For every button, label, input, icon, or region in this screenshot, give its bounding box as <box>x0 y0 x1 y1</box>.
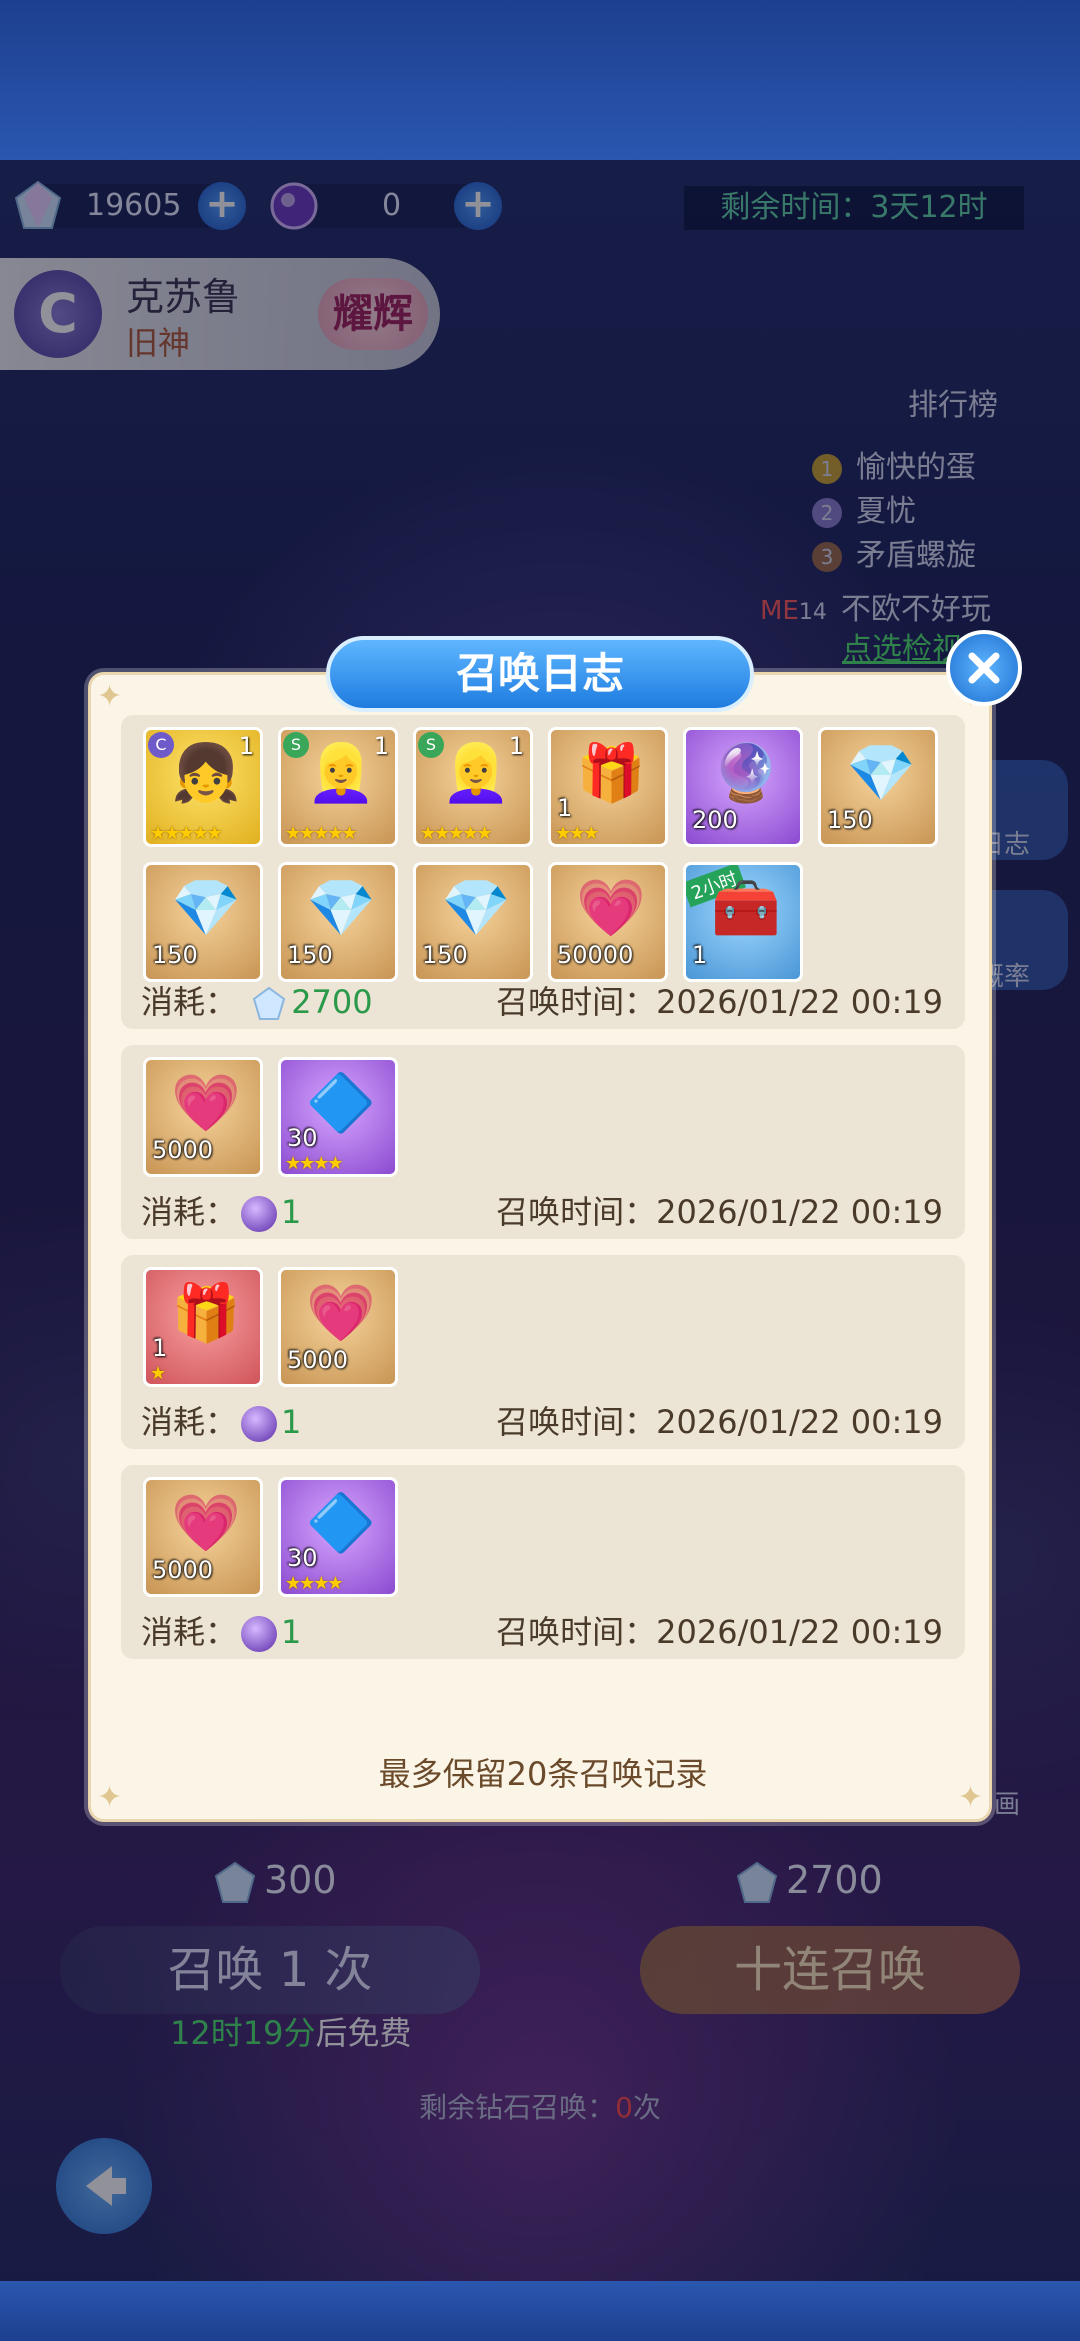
close-icon <box>968 652 1000 684</box>
reward-chest[interactable]: 🎁 1 ★★★ <box>548 727 668 847</box>
summon-record: 💗 5000 🔷 30 ★★★★ 消耗： 1 召唤时间：2026/01/22 00… <box>121 1045 965 1239</box>
time-label: 召唤时间： <box>496 1403 657 1441</box>
record-cost: 消耗： 2700 <box>141 977 373 1023</box>
reward-level: 1 <box>373 732 389 760</box>
reward-crystal[interactable]: 🔷 30 ★★★★ <box>278 1477 398 1597</box>
star-rating-icon: ★ <box>150 1363 166 1384</box>
orb-icon <box>241 1406 278 1442</box>
star-rating-icon: ★★★★★ <box>285 823 358 844</box>
reward-quantity: 150 <box>287 941 333 969</box>
reward-exp[interactable]: 💗 5000 <box>143 1057 263 1177</box>
summon-record: C 👧 1 ★★★★★ S 👱‍♀️ 1 ★★★★★ S 👱‍♀️ 1 ★★★★… <box>121 715 965 1029</box>
time-value: 2026/01/22 00:19 <box>656 1193 943 1231</box>
reward-character[interactable]: C 👧 1 ★★★★★ <box>143 727 263 847</box>
reward-quantity: 5000 <box>152 1556 214 1584</box>
cost-label: 消耗： <box>141 1193 238 1231</box>
time-value: 2026/01/22 00:19 <box>656 1613 943 1651</box>
reward-quantity: 150 <box>827 806 873 834</box>
time-value: 2026/01/22 00:19 <box>656 983 943 1021</box>
star-rating-icon: ★★★★ <box>285 1153 344 1174</box>
reward-quantity: 50000 <box>557 941 634 969</box>
record-time: 召唤时间：2026/01/22 00:19 <box>496 1607 943 1653</box>
reward-quantity: 1 <box>557 794 573 822</box>
reward-crystal[interactable]: 🔷 30 ★★★★ <box>278 1057 398 1177</box>
reward-quantity: 30 <box>287 1124 318 1152</box>
diamond-icon: 💎 <box>846 741 916 806</box>
reward-quantity: 150 <box>152 941 198 969</box>
star-rating-icon: ★★★ <box>555 823 599 844</box>
reward-quantity: 150 <box>422 941 468 969</box>
time-label: 召唤时间： <box>496 1193 657 1231</box>
reward-orb[interactable]: 🔮 200 <box>683 727 803 847</box>
close-button[interactable] <box>946 630 1022 706</box>
reward-treasure[interactable]: 2小时 🧰 1 <box>683 862 803 982</box>
reward-level: 1 <box>238 732 254 760</box>
diamond-icon: 💎 <box>171 876 241 941</box>
treasure-chest-icon: 🧰 <box>711 876 781 941</box>
cost-value: 1 <box>281 1193 302 1231</box>
cost-label: 消耗： <box>141 1613 238 1651</box>
record-limit-note: 最多保留20条召唤记录 <box>378 1755 708 1793</box>
record-time: 召唤时间：2026/01/22 00:19 <box>496 1397 943 1443</box>
diamond-icon: 💎 <box>306 876 376 941</box>
star-rating-icon: ★★★★★ <box>420 823 493 844</box>
crystal-ball-icon: 🔮 <box>711 741 781 806</box>
reward-exp[interactable]: 💗 5000 <box>143 1477 263 1597</box>
diamond-icon: 💎 <box>441 876 511 941</box>
cost-value: 2700 <box>291 983 373 1021</box>
record-time: 召唤时间：2026/01/22 00:19 <box>496 977 943 1023</box>
time-label: 召唤时间： <box>496 1613 657 1651</box>
exp-heart-icon: 💗 <box>171 1491 241 1556</box>
time-value: 2026/01/22 00:19 <box>656 1403 943 1441</box>
bottom-banner <box>0 2281 1080 2341</box>
reward-diamond[interactable]: 💎 150 <box>413 862 533 982</box>
orb-icon <box>241 1616 278 1652</box>
reward-exp[interactable]: 💗 5000 <box>278 1267 398 1387</box>
reward-character[interactable]: S 👱‍♀️ 1 ★★★★★ <box>413 727 533 847</box>
records-list[interactable]: C 👧 1 ★★★★★ S 👱‍♀️ 1 ★★★★★ S 👱‍♀️ 1 ★★★★… <box>121 715 965 1725</box>
reward-diamond[interactable]: 💎 150 <box>143 862 263 982</box>
star-rating-icon: ★★★★ <box>285 1573 344 1594</box>
reward-diamond[interactable]: 💎 150 <box>818 727 938 847</box>
reward-character[interactable]: S 👱‍♀️ 1 ★★★★★ <box>278 727 398 847</box>
reward-diamond[interactable]: 💎 150 <box>278 862 398 982</box>
exp-heart-icon: 💗 <box>171 1071 241 1136</box>
record-cost: 消耗： 1 <box>141 1187 301 1233</box>
cost-label: 消耗： <box>141 1403 238 1441</box>
summon-log-modal: ✦ ✦ ✦ ✦ C 👧 1 ★★★★★ S 👱‍♀️ 1 ★★★★★ <box>88 672 992 1822</box>
reward-level: 1 <box>508 732 524 760</box>
star-rating-icon: ★★★★★ <box>150 823 223 844</box>
time-label: 召唤时间： <box>496 983 657 1021</box>
top-banner <box>0 0 1080 160</box>
modal-title: 召唤日志 <box>326 636 754 712</box>
reward-exp[interactable]: 💗 50000 <box>548 862 668 982</box>
reward-quantity: 1 <box>152 1334 168 1362</box>
diamond-icon <box>253 986 286 1020</box>
record-cost: 消耗： 1 <box>141 1607 301 1653</box>
corner-ornament-icon: ✦ <box>97 679 123 714</box>
summon-record: 💗 5000 🔷 30 ★★★★ 消耗： 1 召唤时间：2026/01/22 00… <box>121 1465 965 1659</box>
cost-value: 1 <box>281 1613 302 1651</box>
orb-icon <box>241 1196 278 1232</box>
record-cost: 消耗： 1 <box>141 1397 301 1443</box>
cost-label: 消耗： <box>141 983 238 1021</box>
cost-value: 1 <box>281 1403 302 1441</box>
summon-record: 🎁 1 ★ 💗 5000 消耗： 1 召唤时间：2026/01/22 00:19 <box>121 1255 965 1449</box>
reward-quantity: 5000 <box>152 1136 214 1164</box>
reward-quantity: 200 <box>692 806 738 834</box>
reward-quantity: 1 <box>692 941 708 969</box>
record-time: 召唤时间：2026/01/22 00:19 <box>496 1187 943 1233</box>
reward-chest[interactable]: 🎁 1 ★ <box>143 1267 263 1387</box>
reward-quantity: 5000 <box>287 1346 349 1374</box>
exp-heart-icon: 💗 <box>576 876 646 941</box>
exp-heart-icon: 💗 <box>306 1281 376 1346</box>
reward-quantity: 30 <box>287 1544 318 1572</box>
